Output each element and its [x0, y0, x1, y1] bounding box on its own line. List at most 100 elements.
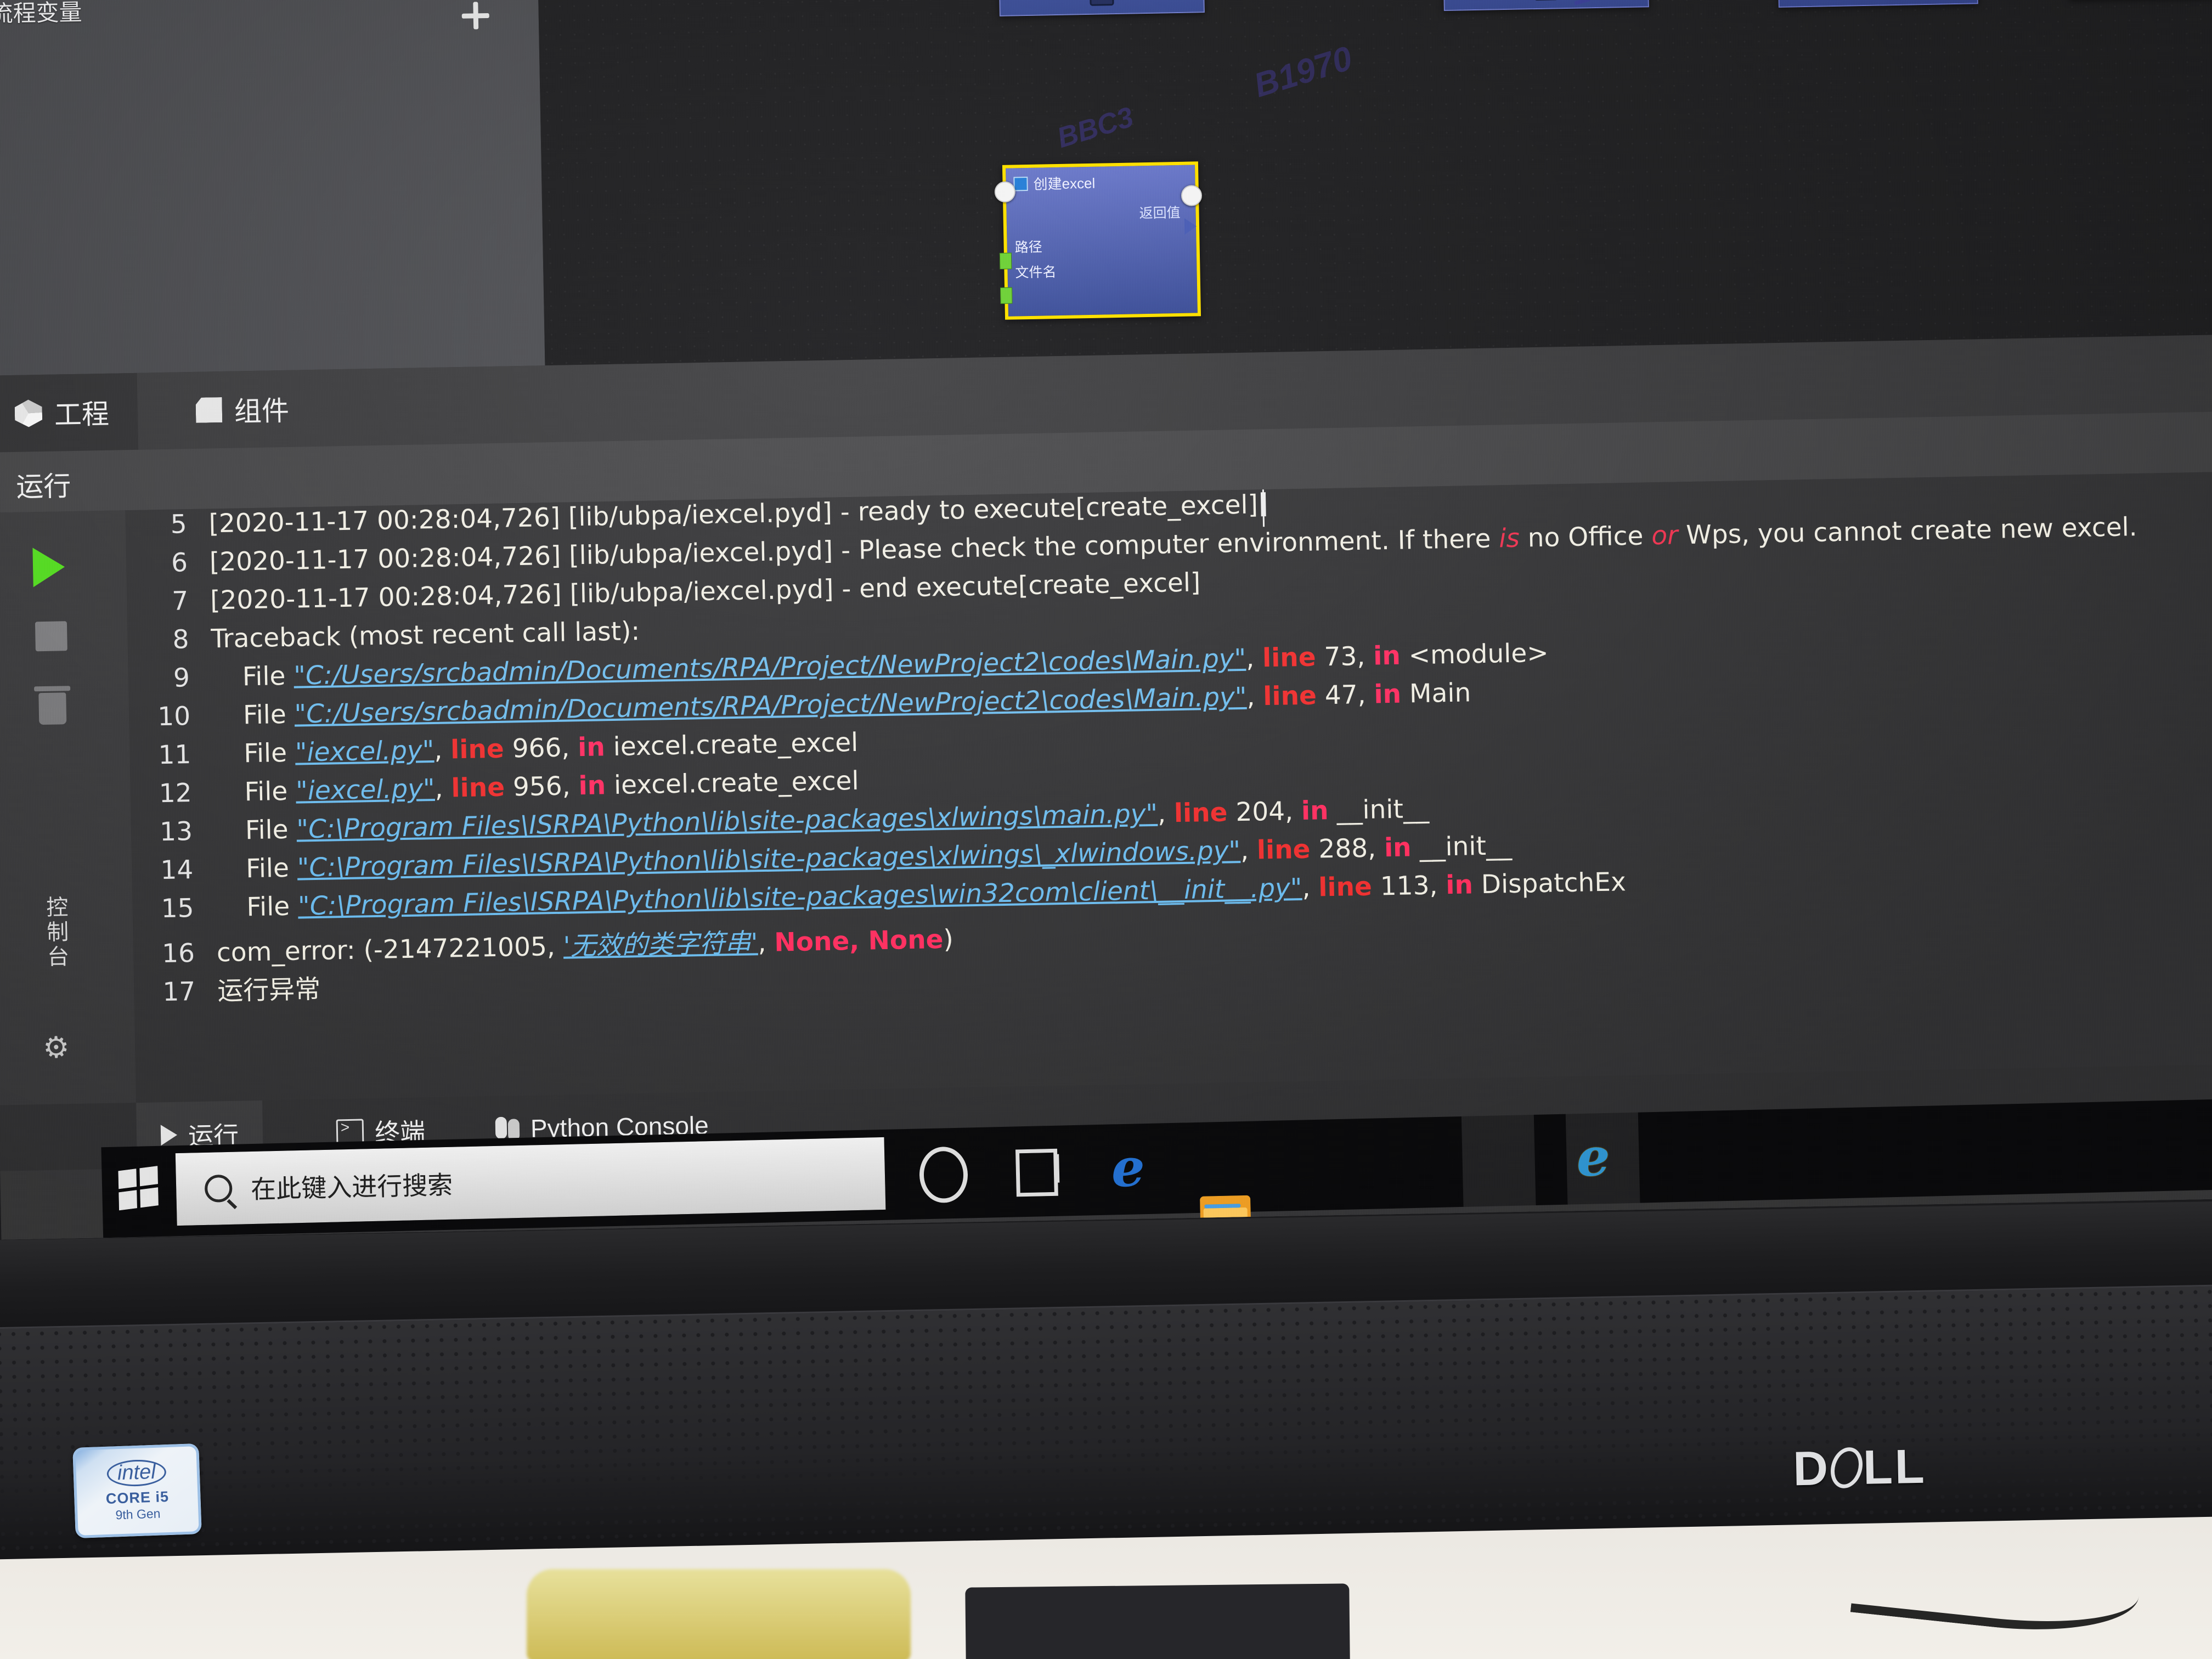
- node-output-arrow: [1184, 218, 1197, 235]
- line-number: 15: [161, 893, 195, 924]
- console-rail-label: 控制台: [46, 895, 70, 969]
- log-text-span: 113,: [1372, 870, 1446, 902]
- line-number: 8: [172, 624, 190, 655]
- file-path-link[interactable]: "iexcel.py": [295, 735, 434, 768]
- photo-scene: 流程变量 窗口属性 窗口属性 键盘: [0, 0, 2212, 1659]
- log-text-span: line: [1173, 797, 1228, 829]
- log-text-span: iexcel.create_excel: [605, 727, 859, 763]
- flow-node-title: 创建excel: [1033, 174, 1096, 193]
- log-text-span: ,: [1246, 681, 1263, 712]
- log-text-span: 47,: [1316, 679, 1375, 711]
- search-input[interactable]: 在此键入进行搜索: [175, 1137, 886, 1226]
- flow-variables-label: 流程变量: [0, 0, 82, 27]
- node-input-port-path[interactable]: [999, 252, 1012, 269]
- plus-icon[interactable]: [461, 2, 489, 30]
- log-text-span: line: [450, 772, 505, 804]
- log-text-span: File: [246, 891, 298, 923]
- dell-brand-d: D: [1792, 1441, 1831, 1496]
- line-number: 7: [171, 586, 189, 617]
- log-text-span: ,: [1245, 643, 1263, 674]
- log-text-span: ,: [1157, 798, 1175, 829]
- log-text-span: line: [1318, 871, 1373, 903]
- line-number: 6: [171, 548, 188, 578]
- text-cursor: [1260, 492, 1266, 517]
- log-text-span: ,: [758, 927, 775, 958]
- line-number: 11: [158, 740, 191, 771]
- log-text-span: DispatchEx: [1472, 867, 1627, 900]
- trash-icon[interactable]: [38, 692, 67, 725]
- log-text-span: in: [1373, 640, 1401, 672]
- console-side-rail: 控制台 ⚙: [0, 510, 136, 1105]
- log-text-span: ,: [1301, 872, 1319, 904]
- log-text-span: or: [1651, 520, 1678, 551]
- line-number: 12: [159, 778, 193, 809]
- log-text-span: File: [244, 776, 296, 808]
- log-text-span: in: [1384, 832, 1412, 864]
- flow-node-input-filename: 文件名: [1015, 264, 1057, 281]
- intel-cpu-model: CORE i5: [105, 1488, 170, 1507]
- log-text-span: line: [450, 733, 505, 765]
- stop-icon[interactable]: [35, 621, 67, 652]
- log-text-span: File: [245, 853, 298, 884]
- log-text-span: Main: [1401, 678, 1471, 709]
- console-output[interactable]: 5 [2020-11-17 00:28:04,726] [lib/ubpa/iex…: [125, 471, 2212, 1103]
- dell-logo-o: [1826, 1443, 1867, 1492]
- log-text-span: no Office: [1519, 521, 1652, 554]
- log-text-span: File: [242, 661, 294, 692]
- log-text-span: line: [1262, 642, 1317, 674]
- log-text-span: File: [242, 699, 295, 731]
- log-text-span: ,: [433, 735, 451, 766]
- file-path-link[interactable]: '无效的类字符串': [563, 928, 758, 961]
- log-text-span: File: [243, 737, 296, 769]
- tab-label: 工程: [54, 398, 110, 431]
- flow-node-return-label: 返回值: [1139, 205, 1181, 222]
- cube-icon: [14, 399, 42, 427]
- console-container: 控制台 ⚙ 5 [2020-11-17 00:28:04,726] [lib/ub…: [0, 471, 2212, 1105]
- monitor-stand: [965, 1583, 1350, 1659]
- play-icon: [160, 1124, 178, 1146]
- edge-browser-icon[interactable]: e: [1111, 1136, 1163, 1199]
- intel-cpu-badge: intel CORE i5 9th Gen: [72, 1443, 202, 1538]
- log-text-span: 956,: [504, 771, 579, 803]
- cortana-icon[interactable]: [918, 1146, 969, 1204]
- gear-icon[interactable]: ⚙: [43, 1031, 73, 1064]
- file-path-link[interactable]: "iexcel.py": [296, 774, 435, 806]
- ide-bottom-panel: 工程 组件 运行 控制台 ⚙ 5 [2020-11-17 00:28:04,72…: [0, 334, 2212, 1240]
- line-number: 10: [157, 701, 191, 732]
- log-text-span: com_error: (-2147221005,: [216, 931, 564, 968]
- terminal-icon: [336, 1119, 364, 1145]
- log-text-span: File: [245, 814, 297, 846]
- tab-project[interactable]: 工程: [0, 373, 139, 453]
- node-input-port-filename[interactable]: [1000, 287, 1013, 304]
- log-text-span: <module>: [1400, 637, 1549, 671]
- search-icon: [204, 1174, 233, 1203]
- log-text-span: line: [1256, 834, 1311, 866]
- taskbar-active-indicator: [1204, 1204, 1241, 1209]
- tab-components[interactable]: 组件: [167, 370, 319, 449]
- camera-icon: [1533, 0, 1559, 1]
- log-text-span: __init__: [1411, 831, 1513, 863]
- line-number: 5: [170, 509, 188, 540]
- run-panel-label: 运行: [15, 471, 71, 503]
- bottle-object: [527, 1569, 911, 1659]
- play-icon[interactable]: [32, 547, 65, 588]
- log-text-span: 966,: [504, 732, 578, 764]
- log-text-span: in: [1301, 795, 1329, 827]
- intel-cpu-gen: 9th Gen: [115, 1506, 161, 1522]
- console-log-text: 运行异常: [217, 968, 321, 1007]
- log-text-span: ,: [1240, 835, 1257, 866]
- log-text-span: 288,: [1310, 833, 1385, 865]
- internet-explorer-icon[interactable]: e: [1576, 1126, 1628, 1188]
- log-text-span: line: [1262, 680, 1317, 712]
- line-number: 17: [162, 977, 196, 1008]
- log-text-span: in: [1374, 679, 1402, 710]
- monitor-speaker-grille: [0, 1283, 2212, 1560]
- log-text-span: is: [1498, 523, 1520, 554]
- log-text-span: ,: [435, 773, 452, 804]
- task-view-icon[interactable]: [1012, 1144, 1064, 1195]
- log-text-span: 运行异常: [217, 974, 321, 1007]
- excel-icon: [1013, 176, 1028, 191]
- windows-logo-icon[interactable]: [118, 1166, 159, 1211]
- dell-brand-rest: LL: [1863, 1438, 1927, 1494]
- flow-node-create-excel[interactable]: 创建excel 返回值 路径 文件名: [1002, 161, 1201, 320]
